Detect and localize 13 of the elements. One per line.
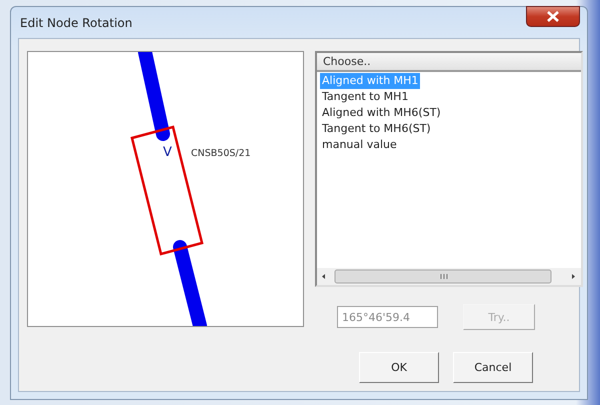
list-item[interactable]: Tangent to MH6(ST) [320,121,433,137]
close-icon [547,11,559,22]
cancel-button[interactable]: Cancel [453,352,533,383]
node-symbol: V [163,145,172,160]
list-item[interactable]: manual value [320,137,399,153]
close-button[interactable] [526,6,580,27]
list-item[interactable]: Tangent to MH1 [320,89,410,105]
list-item[interactable]: Aligned with MH6(ST) [320,105,443,121]
window-title: Edit Node Rotation [19,16,132,30]
ok-button[interactable]: OK [359,352,439,383]
horizontal-scrollbar[interactable] [317,268,581,285]
node-label: CNSB50S/21 [191,148,251,159]
list-header: Choose.. [317,53,581,72]
